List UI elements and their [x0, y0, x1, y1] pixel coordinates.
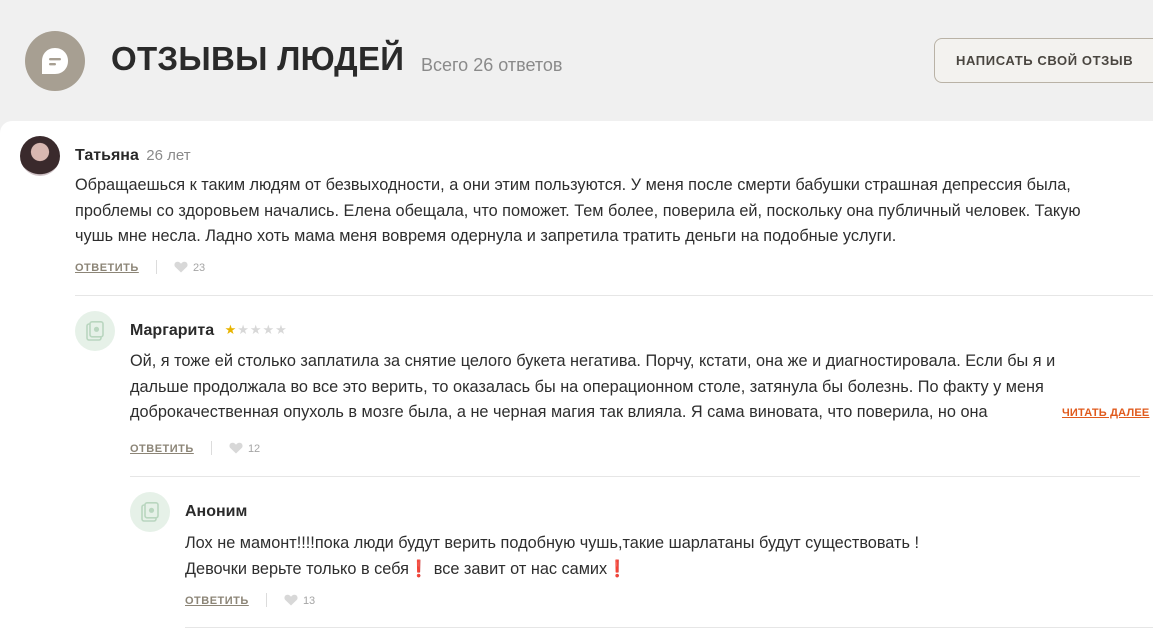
text-fade	[1000, 401, 1060, 425]
comment-text-line: Обращаешься к таким людям от безвыходнос…	[75, 176, 1071, 194]
divider	[210, 441, 212, 455]
reply-button[interactable]: ОТВЕТИТЬ	[75, 262, 139, 274]
like-button[interactable]: 23	[174, 261, 206, 274]
reply-button[interactable]: ОТВЕТИТЬ	[130, 443, 194, 455]
reviews-header: ОТЗЫВЫ ЛЮДЕЙ Всего 26 ответов НАПИСАТЬ С…	[0, 0, 1153, 121]
text-part: все завит от нас самих	[429, 559, 608, 578]
reviews-card: Татьяна 26 лет Обращаешься к таким людям…	[0, 121, 1153, 629]
exclamation-icon: ❗	[408, 559, 430, 578]
comment-actions: ОТВЕТИТЬ 23	[75, 260, 205, 274]
comment-actions: ОТВЕТИТЬ 12	[130, 441, 260, 455]
comment-actions: ОТВЕТИТЬ 13	[185, 593, 315, 607]
comment-text: Обращаешься к таким людям от безвыходнос…	[75, 173, 1081, 250]
write-review-button[interactable]: НАПИСАТЬ СВОЙ ОТЗЫВ	[934, 38, 1153, 83]
comment-text-line: проблемы со здоровьем начались. Елена об…	[75, 201, 1081, 220]
comment-text-line: доброкачественная опухоль в мозге была, …	[130, 403, 988, 421]
author-name[interactable]: Маргарита	[130, 322, 214, 339]
comment-header: Татьяна 26 лет	[75, 147, 191, 165]
heart-icon	[174, 261, 188, 273]
heart-icon	[229, 442, 243, 454]
star-icon-empty: ★★★★	[237, 322, 288, 337]
comment-text: Лох не мамонт!!!!пока люди будут верить …	[185, 531, 919, 582]
comment-text-line: дальше продолжала во все это верить, то …	[130, 377, 1044, 396]
author-name[interactable]: Татьяна	[75, 147, 139, 164]
divider	[130, 476, 1140, 477]
like-count: 12	[247, 443, 261, 455]
heart-icon	[284, 594, 298, 606]
avatar[interactable]	[130, 492, 170, 532]
comment-text: Ой, я тоже ей столько заплатила за сняти…	[130, 349, 1055, 426]
default-avatar-icon	[141, 502, 159, 522]
like-count: 13	[302, 595, 316, 607]
like-count: 23	[192, 262, 206, 274]
divider	[75, 295, 1153, 296]
author-age: 26 лет	[146, 147, 191, 164]
page-title: ОТЗЫВЫ ЛЮДЕЙ	[111, 40, 405, 77]
read-more-link[interactable]: ЧИТАТЬ ДАЛЕЕ	[1056, 407, 1150, 419]
avatar[interactable]	[20, 136, 60, 176]
like-button[interactable]: 12	[229, 442, 261, 455]
comment-text-line: Девочки верьте только в себя❗ все завит …	[185, 557, 919, 583]
avatar[interactable]	[75, 311, 115, 351]
divider	[185, 627, 1153, 628]
comment-header: Маргарита ★★★★★	[130, 322, 288, 340]
text-part: Девочки верьте только в себя	[185, 559, 409, 578]
speech-bubble-icon	[25, 31, 85, 91]
like-button[interactable]: 13	[284, 594, 316, 607]
exclamation-icon: ❗	[607, 559, 628, 578]
default-avatar-icon	[86, 321, 104, 341]
answers-count: Всего 26 ответов	[421, 55, 563, 75]
divider	[155, 260, 157, 274]
comment-text-line: Лох не мамонт!!!!пока люди будут верить …	[185, 534, 919, 552]
reply-button[interactable]: ОТВЕТИТЬ	[185, 595, 249, 607]
comment-text-line: чушь мне несла. Ладно хоть мама меня вов…	[75, 227, 897, 245]
author-name[interactable]: Аноним	[185, 503, 247, 520]
divider	[265, 593, 267, 607]
comment-header: Аноним	[185, 503, 247, 521]
rating-stars: ★★★★★	[225, 322, 288, 338]
comment-text-line: Ой, я тоже ей столько заплатила за сняти…	[130, 352, 1056, 370]
star-icon-filled: ★	[224, 322, 238, 337]
